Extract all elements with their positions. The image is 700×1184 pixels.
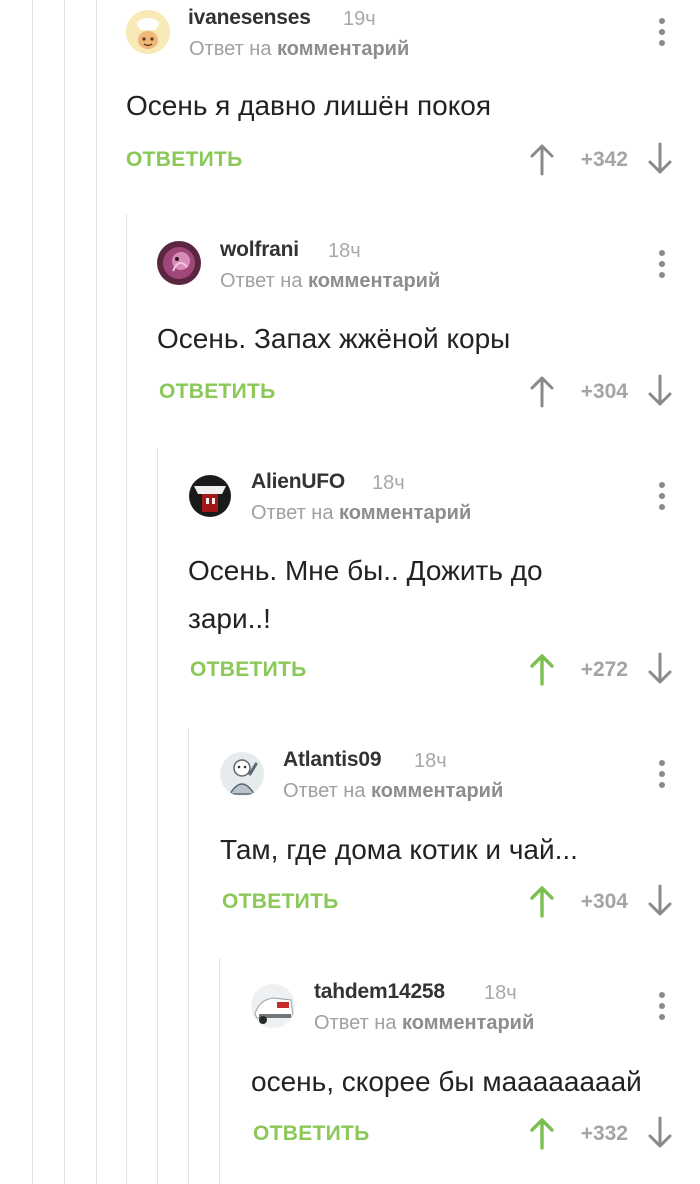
thread-line [64,0,65,1184]
comment-time: 18ч [484,982,517,1004]
thread-line [96,0,97,1184]
more-options-icon[interactable] [658,760,666,790]
reply-to-prefix: Ответ на [251,502,334,524]
reply-button[interactable]: ОТВЕТИТЬ [190,658,307,682]
comment-text: осень, скорее бы маааааааай [251,1066,642,1097]
thread-line [157,448,158,1184]
more-options-icon[interactable] [658,992,666,1022]
comment-time: 18ч [328,240,361,262]
upvote-icon[interactable] [529,374,555,408]
more-options-icon[interactable] [658,250,666,280]
comment-text: Осень. Запах жжёной коры [157,323,511,354]
more-options-icon[interactable] [658,482,666,512]
reply-button[interactable]: ОТВЕТИТЬ [222,890,339,914]
reply-to-link[interactable]: Ответ на комментарий [283,780,503,803]
reply-button[interactable]: ОТВЕТИТЬ [253,1122,370,1146]
rating-value: +304 [580,380,628,403]
downvote-icon[interactable] [647,884,673,918]
comment-author[interactable]: ivanesenses [188,6,311,30]
rating-value: +342 [580,148,628,171]
comment-author[interactable]: tahdem14258 [314,980,445,1004]
rating-value: +304 [580,890,628,913]
comment-time: 18ч [372,472,405,494]
reply-to-target[interactable]: комментарий [277,38,409,60]
thread-line [126,214,127,1184]
comment-text: Там, где дома котик и чай... [220,834,578,865]
comment-text: Осень я давно лишён покоя [126,90,492,121]
reply-button[interactable]: ОТВЕТИТЬ [126,148,243,172]
reply-to-prefix: Ответ на [314,1012,397,1034]
more-options-icon[interactable] [658,18,666,48]
reply-to-prefix: Ответ на [189,38,272,60]
reply-to-target[interactable]: комментарий [308,270,440,292]
avatar[interactable] [220,752,264,796]
comment-author[interactable]: AlienUFO [251,470,345,494]
downvote-icon[interactable] [647,1116,673,1150]
rating-value: +332 [580,1122,628,1145]
comment-time: 18ч [414,750,447,772]
upvote-icon[interactable] [529,1116,555,1150]
upvote-icon[interactable] [529,142,555,176]
comment-time: 19ч [343,8,376,30]
reply-to-prefix: Ответ на [220,270,303,292]
reply-to-link[interactable]: Ответ на комментарий [251,502,471,525]
comment-text: Осень. Мне бы.. Дожить до зари..! [188,555,543,634]
downvote-icon[interactable] [647,374,673,408]
avatar[interactable] [251,984,295,1028]
reply-to-link[interactable]: Ответ на комментарий [189,38,409,61]
reply-button[interactable]: ОТВЕТИТЬ [159,380,276,404]
avatar[interactable] [157,241,201,285]
downvote-icon[interactable] [647,142,673,176]
reply-to-target[interactable]: комментарий [402,1012,534,1034]
avatar[interactable] [188,474,232,518]
thread-line [32,0,33,1184]
thread-line [188,728,189,1184]
thread-line [219,958,220,1184]
comment-author[interactable]: Atlantis09 [283,748,382,772]
downvote-icon[interactable] [647,652,673,686]
reply-to-target[interactable]: комментарий [339,502,471,524]
reply-to-prefix: Ответ на [283,780,366,802]
reply-to-target[interactable]: комментарий [371,780,503,802]
reply-to-link[interactable]: Ответ на комментарий [220,270,440,293]
comment-author[interactable]: wolfrani [220,238,299,262]
upvote-icon[interactable] [529,652,555,686]
reply-to-link[interactable]: Ответ на комментарий [314,1012,534,1035]
rating-value: +272 [580,658,628,681]
upvote-icon[interactable] [529,884,555,918]
avatar[interactable] [126,10,170,54]
